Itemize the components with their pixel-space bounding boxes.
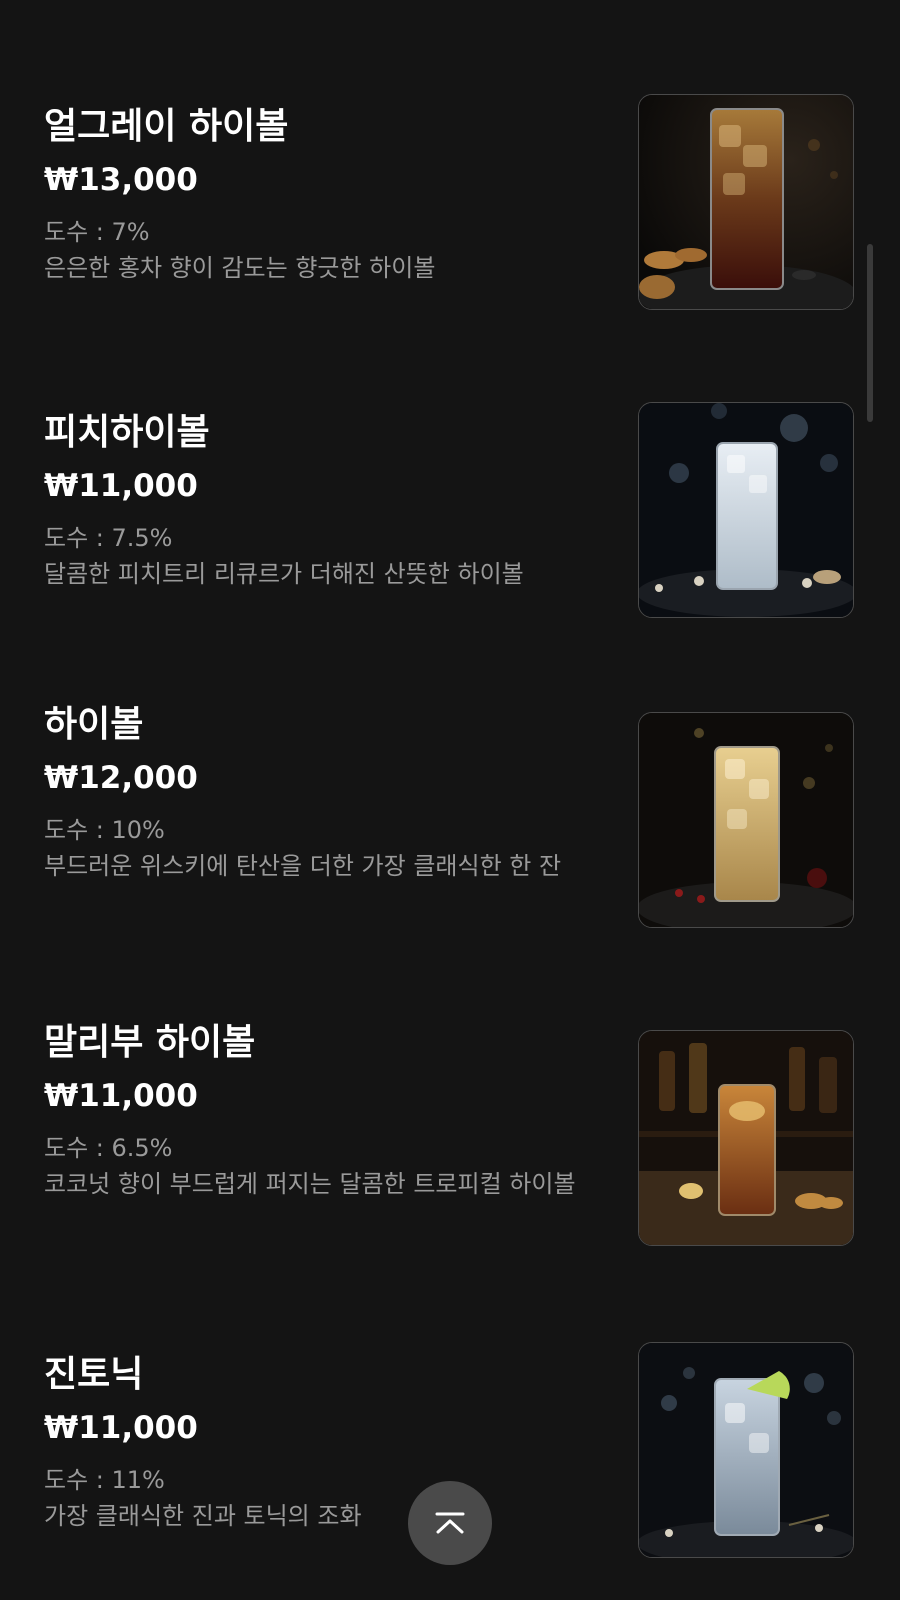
menu-item-abv: 도수 : 11% [44,1466,165,1494]
classic-highball-photo[interactable] [638,712,854,928]
menu-item-name: 하이볼 [44,704,144,745]
menu-item-price: ₩13,000 [44,162,198,198]
menu-item-abv: 도수 : 7.5% [44,524,173,552]
menu-item-abv: 도수 : 7% [44,218,150,246]
menu-page: 얼그레이 하이볼 ₩13,000 도수 : 7% 은은한 홍차 향이 감도는 향… [0,0,900,1600]
chevron-up-icon [435,1512,465,1534]
menu-item-price: ₩12,000 [44,760,198,796]
menu-item-description: 코코넛 향이 부드럽게 퍼지는 달콤한 트로피컬 하이볼 [44,1170,576,1198]
menu-item-name: 얼그레이 하이볼 [44,106,289,147]
menu-item-price: ₩11,000 [44,468,198,504]
scrollbar[interactable] [867,244,873,422]
menu-item-text: 피치하이볼 ₩11,000 도수 : 7.5% 달콤한 피치트리 리큐르가 더해… [44,410,584,592]
malibu-highball-photo[interactable] [638,1030,854,1246]
menu-item-description: 가장 클래식한 진과 토닉의 조화 [44,1502,362,1530]
menu-item-name: 말리부 하이볼 [44,1022,256,1063]
menu-item-text: 진토닉 ₩11,000 도수 : 11% 가장 클래식한 진과 토닉의 조화 [44,1352,584,1534]
menu-item-abv: 도수 : 6.5% [44,1134,173,1162]
menu-item-text: 얼그레이 하이볼 ₩13,000 도수 : 7% 은은한 홍차 향이 감도는 향… [44,104,584,286]
menu-item-description: 달콤한 피치트리 리큐르가 더해진 산뜻한 하이볼 [44,560,524,588]
menu-item-price: ₩11,000 [44,1078,198,1114]
peach-highball-photo[interactable] [638,402,854,618]
menu-item-price: ₩11,000 [44,1410,198,1446]
menu-item-abv: 도수 : 10% [44,816,165,844]
menu-item-text: 말리부 하이볼 ₩11,000 도수 : 6.5% 코코넛 향이 부드럽게 퍼지… [44,1020,584,1202]
gin-tonic-photo[interactable] [638,1342,854,1558]
menu-item-name: 진토닉 [44,1354,144,1395]
menu-item-text: 하이볼 ₩12,000 도수 : 10% 부드러운 위스키에 탄산을 더한 가장… [44,702,584,884]
earl-grey-highball-photo[interactable] [638,94,854,310]
menu-item-description: 은은한 홍차 향이 감도는 향긋한 하이볼 [44,254,436,282]
menu-item-description: 부드러운 위스키에 탄산을 더한 가장 클래식한 한 잔 [44,852,562,880]
menu-item-name: 피치하이볼 [44,412,210,453]
scroll-to-top-button[interactable] [408,1481,492,1565]
